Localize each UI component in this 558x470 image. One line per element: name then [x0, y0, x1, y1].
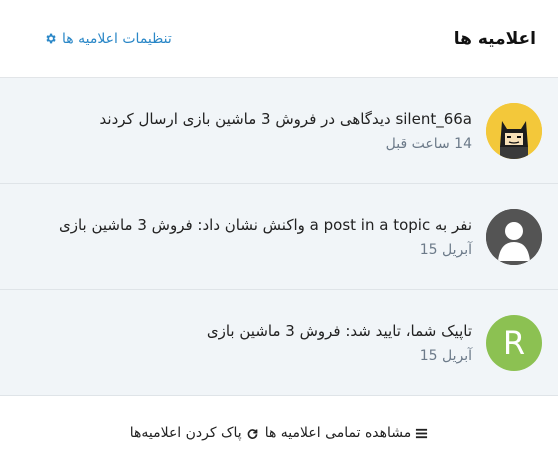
- batman-avatar: [486, 102, 542, 159]
- letter-avatar: R: [486, 314, 542, 371]
- user-avatar: [486, 208, 542, 265]
- view-all-label: مشاهده تمامی اعلامیه ها: [264, 425, 412, 441]
- view-all-link[interactable]: مشاهده تمامی اعلامیه ها: [265, 425, 429, 441]
- notification-item[interactable]: نفر به a post in a topic واکنش نشان داد:…: [0, 184, 558, 290]
- notification-item[interactable]: silent_66a دیدگاهی در فروش 3 ماشین بازی …: [0, 78, 558, 184]
- notification-text: silent_66a دیدگاهی در فروش 3 ماشین بازی …: [99, 109, 472, 128]
- user-silhouette-icon: [486, 208, 542, 265]
- notification-time: 14 ساعت قبل: [385, 136, 472, 153]
- clear-notifications-link[interactable]: پاک کردن اعلامیه‌ها: [130, 425, 259, 441]
- notifications-panel: اعلامیه ها تنظیمات اعلامیه ها silent_66a…: [0, 0, 558, 461]
- notification-content: silent_66a دیدگاهی در فروش 3 ماشین بازی …: [100, 109, 472, 153]
- notification-text: تاپیک شما، تایید شد: فروش 3 ماشین بازی: [206, 321, 472, 340]
- notification-content: تاپیک شما، تایید شد: فروش 3 ماشین بازی آ…: [207, 321, 472, 365]
- notification-text: نفر به a post in a topic واکنش نشان داد:…: [58, 215, 472, 234]
- notifications-footer: مشاهده تمامی اعلامیه ها پاک کردن اعلامیه…: [0, 396, 558, 470]
- notification-time: آبریل 15: [419, 348, 472, 365]
- notifications-header: اعلامیه ها تنظیمات اعلامیه ها: [0, 0, 558, 78]
- notification-list: silent_66a دیدگاهی در فروش 3 ماشین بازی …: [0, 78, 558, 396]
- notifications-title: اعلامیه ها: [453, 28, 536, 49]
- refresh-icon: [247, 428, 258, 439]
- notification-time: آبریل 15: [419, 242, 472, 259]
- list-icon: [416, 428, 428, 438]
- batman-avatar-icon: [486, 102, 542, 159]
- notification-settings-link[interactable]: تنظیمات اعلامیه ها: [44, 31, 172, 47]
- gear-icon: [46, 33, 56, 44]
- notification-content: نفر به a post in a topic واکنش نشان داد:…: [59, 215, 472, 259]
- clear-label: پاک کردن اعلامیه‌ها: [129, 425, 242, 441]
- notification-item[interactable]: R تاپیک شما، تایید شد: فروش 3 ماشین بازی…: [0, 290, 558, 396]
- settings-label: تنظیمات اعلامیه ها: [62, 30, 172, 47]
